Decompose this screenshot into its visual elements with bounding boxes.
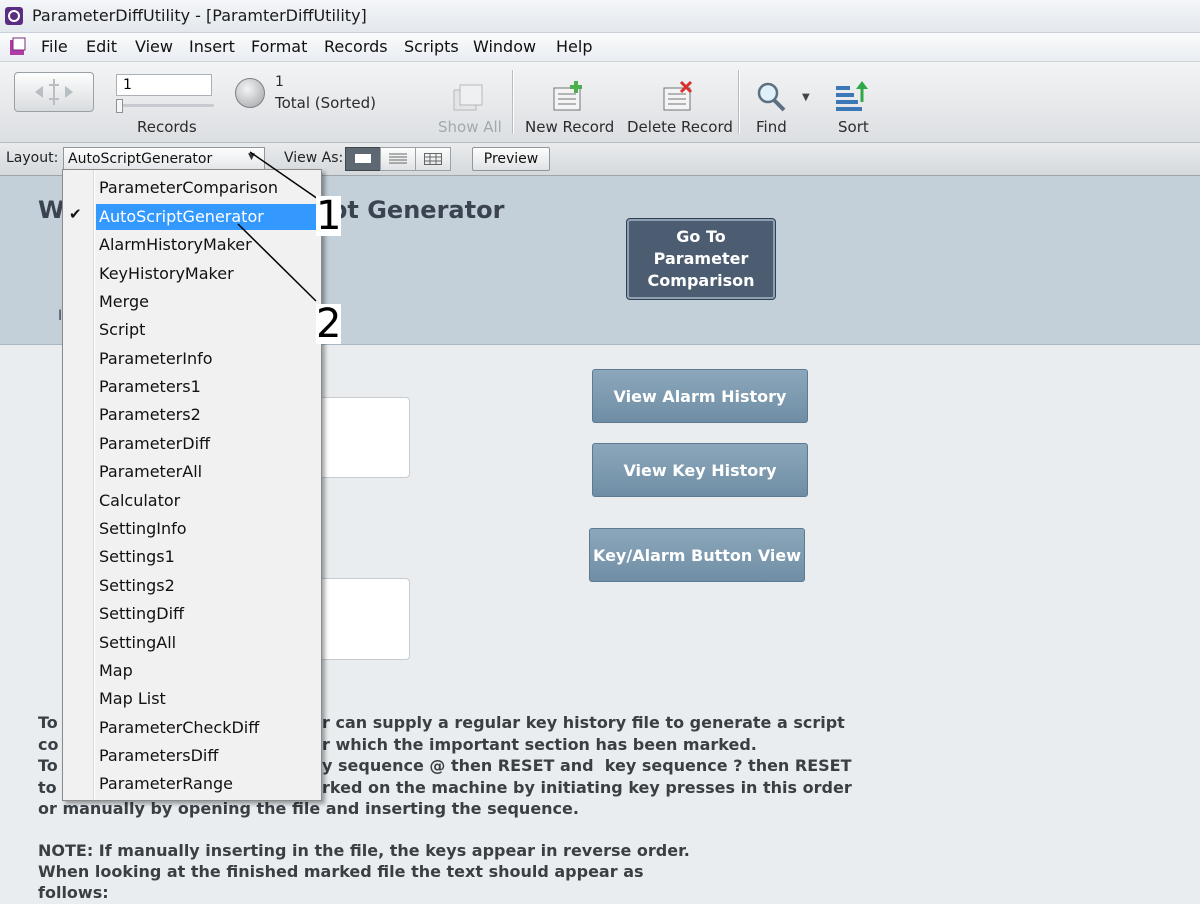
layout-option[interactable]: Map List [99, 686, 166, 712]
note-line-3: follows: [38, 883, 109, 902]
view-key-history-button[interactable]: View Key History [592, 443, 808, 497]
find-magnifier-icon [757, 82, 786, 112]
layout-option[interactable]: ParameterRange [99, 771, 233, 797]
view-as-label: View As: [284, 150, 344, 166]
layout-option[interactable]: ParameterAll [99, 459, 202, 485]
menu-view[interactable]: View [135, 37, 173, 56]
pie-chart-icon [235, 78, 265, 108]
instructions-right-line-4: rked on the machine by initiating key pr… [322, 778, 852, 797]
layout-option[interactable]: ParameterDiff [99, 431, 210, 457]
menu-records[interactable]: Records [324, 37, 388, 56]
layout-option[interactable]: ParameterComparison [99, 175, 278, 201]
instructions-right-line-3: y sequence @ then RESET and key sequence… [322, 756, 852, 775]
toolbar-separator [512, 70, 513, 134]
sort-icon [836, 81, 868, 111]
new-record-button[interactable]: New Record [525, 118, 614, 136]
find-dropdown-arrow-icon[interactable]: ▼ [802, 92, 810, 103]
menu-bar: File Edit View Insert Format Records Scr… [0, 33, 1200, 62]
layout-option[interactable]: ParameterInfo [99, 346, 213, 372]
instructions-left-line-3: To [38, 756, 58, 775]
key-alarm-button-view-button[interactable]: Key/Alarm Button View [589, 528, 805, 582]
note-line-2: When looking at the finished marked file… [38, 862, 644, 881]
menu-window[interactable]: Window [473, 37, 536, 56]
delete-record-icon [663, 80, 693, 111]
layout-select-value: AutoScriptGenerator [68, 151, 213, 167]
sort-button[interactable]: Sort [838, 118, 869, 136]
layout-option[interactable]: SettingDiff [99, 601, 184, 627]
layout-option[interactable]: ParametersDiff [99, 743, 218, 769]
toolbar-separator [738, 70, 739, 134]
record-slider-thumb[interactable] [116, 99, 123, 113]
layout-option[interactable]: Parameters2 [99, 402, 201, 428]
instructions-line-5: or manually by opening the file and inse… [38, 799, 579, 818]
go-to-parameter-comparison-button[interactable]: Go To Parameter Comparison [627, 219, 775, 299]
list-view-icon [389, 153, 407, 164]
document-icon[interactable] [8, 37, 28, 57]
title-bar: ParameterDiffUtility - [ParamterDiffUtil… [0, 0, 1200, 33]
callout-1-label: 1 [316, 193, 342, 239]
book-icon [35, 79, 73, 105]
view-as-form-button[interactable] [345, 147, 381, 171]
layout-option[interactable]: Settings1 [99, 544, 175, 570]
layout-option[interactable]: Map [99, 658, 133, 684]
view-as-list-button[interactable] [380, 147, 416, 171]
callout-2-label: 2 [316, 301, 342, 347]
menu-insert[interactable]: Insert [189, 37, 235, 56]
total-sorted-label: Total (Sorted) [275, 94, 377, 112]
instructions-right-line-1: r can supply a regular key history file … [322, 713, 845, 732]
status-toolbar: Records 1 Total (Sorted) Show All New Re… [0, 62, 1200, 143]
view-as-table-button[interactable] [415, 147, 451, 171]
filemaker-app-icon [5, 7, 23, 25]
layout-option[interactable]: AlarmHistoryMaker [99, 232, 252, 258]
layout-label: Layout: [6, 150, 59, 166]
menu-scripts[interactable]: Scripts [404, 37, 459, 56]
layout-dropdown-menu: ✔ ParameterComparison AutoScriptGenerato… [62, 169, 322, 801]
layout-option-selected[interactable]: AutoScriptGenerator [96, 204, 316, 230]
instructions-right-line-2: r which the important section has been m… [322, 735, 757, 754]
show-all-icon [453, 84, 483, 111]
window-title: ParameterDiffUtility - [ParamterDiffUtil… [32, 6, 367, 25]
instructions-left-line-1: To [38, 713, 58, 732]
record-book-navigator[interactable] [14, 72, 94, 112]
layout-option[interactable]: Merge [99, 289, 149, 315]
show-all-button[interactable]: Show All [438, 118, 502, 136]
layout-option[interactable]: SettingInfo [99, 516, 187, 542]
input-field-top[interactable] [318, 397, 410, 478]
delete-record-button[interactable]: Delete Record [627, 118, 733, 136]
layout-option[interactable]: Script [99, 317, 145, 343]
record-slider[interactable] [116, 99, 214, 113]
menu-format[interactable]: Format [251, 37, 307, 56]
chevron-down-icon: ▼ [248, 152, 255, 162]
layout-option[interactable]: KeyHistoryMaker [99, 261, 234, 287]
table-view-icon [424, 153, 442, 165]
menu-edit[interactable]: Edit [86, 37, 117, 56]
new-record-icon [553, 81, 582, 111]
note-line-1: NOTE: If manually inserting in the file,… [38, 841, 690, 860]
input-field-bottom[interactable] [318, 578, 410, 660]
instructions-left-line-2: co [38, 735, 59, 754]
records-label: Records [137, 118, 197, 136]
menu-gutter-divider [93, 170, 94, 800]
view-alarm-history-button[interactable]: View Alarm History [592, 369, 808, 423]
find-button[interactable]: Find [756, 118, 787, 136]
layout-option[interactable]: ParameterCheckDiff [99, 715, 259, 741]
layout-option[interactable]: Settings2 [99, 573, 175, 599]
page-heading-end: ipt Generator [322, 196, 505, 224]
record-number-input[interactable] [116, 74, 212, 96]
layout-option[interactable]: Parameters1 [99, 374, 201, 400]
preview-button[interactable]: Preview [472, 147, 550, 171]
layout-option[interactable]: SettingAll [99, 630, 176, 656]
layout-select[interactable]: AutoScriptGenerator ▼ [63, 147, 265, 171]
menu-help[interactable]: Help [556, 37, 592, 56]
page-heading-start: W [38, 196, 65, 224]
layout-option[interactable]: Calculator [99, 488, 180, 514]
form-view-icon [355, 154, 371, 163]
found-count: 1 [275, 74, 284, 90]
menu-file[interactable]: File [41, 37, 68, 56]
checkmark-icon: ✔ [69, 205, 82, 223]
